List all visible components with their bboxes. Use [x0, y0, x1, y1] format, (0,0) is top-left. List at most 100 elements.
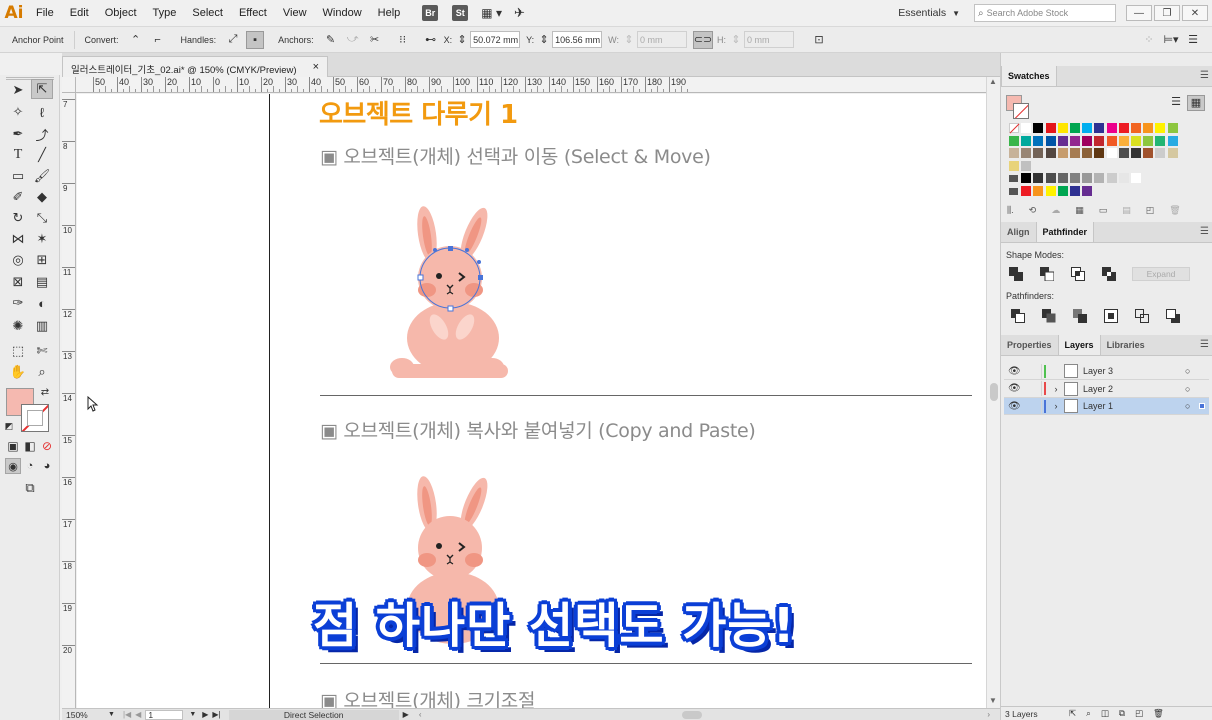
- visibility-eye-icon[interactable]: 👁: [1008, 383, 1022, 394]
- color-swatch[interactable]: [1021, 160, 1032, 171]
- layer-name[interactable]: Layer 2: [1083, 384, 1185, 394]
- color-swatch[interactable]: [1082, 135, 1093, 146]
- convert-to-corner-icon[interactable]: ⌃: [127, 31, 145, 49]
- menu-select[interactable]: Select: [184, 0, 231, 26]
- layer-row[interactable]: 👁 › Layer 2 ○: [1004, 381, 1209, 398]
- constrain-proportions-icon[interactable]: ⊂⊃: [692, 30, 713, 49]
- target-circle-icon[interactable]: ○: [1185, 401, 1195, 411]
- swatches-stroke-indicator[interactable]: [1013, 103, 1029, 119]
- color-swatch[interactable]: [1021, 123, 1032, 133]
- swatches-menu-icon[interactable]: ☰: [1200, 70, 1209, 81]
- color-swatch[interactable]: [1033, 148, 1044, 158]
- color-swatch[interactable]: [1057, 135, 1068, 146]
- convert-to-smooth-icon[interactable]: ⌐: [149, 31, 167, 49]
- color-swatch[interactable]: [1167, 123, 1178, 133]
- swatch-libraries-icon[interactable]: ⫼.: [1007, 205, 1014, 219]
- cc-library-icon[interactable]: ☁: [1051, 205, 1060, 219]
- current-tool-status[interactable]: Direct Selection: [228, 709, 399, 720]
- visibility-eye-icon[interactable]: 👁: [1008, 366, 1022, 377]
- target-circle-icon[interactable]: ○: [1185, 366, 1195, 376]
- remove-anchor-icon[interactable]: ✎: [322, 31, 340, 49]
- draw-inside-icon[interactable]: ◕: [39, 458, 55, 474]
- status-menu-icon[interactable]: ▶: [403, 710, 409, 719]
- menu-file[interactable]: File: [28, 0, 62, 26]
- none-mode-icon[interactable]: ⊘: [39, 438, 55, 454]
- w-stepper-icon[interactable]: ⇕: [623, 31, 635, 49]
- direct-selection-tool-icon[interactable]: ⇱: [31, 79, 53, 99]
- color-swatch[interactable]: [1082, 148, 1093, 158]
- eraser-tool-icon[interactable]: ◆: [31, 187, 53, 207]
- menu-object[interactable]: Object: [97, 0, 145, 26]
- zoom-tool-icon[interactable]: ⌕: [31, 362, 53, 382]
- layers-menu-icon[interactable]: ☰: [1200, 339, 1209, 350]
- clipping-mask-icon[interactable]: ◫: [1101, 708, 1109, 719]
- color-swatch[interactable]: [1045, 135, 1056, 146]
- horizontal-ruler[interactable]: 50 40 30 20 10 0 10 20 30 40 50 60 70 80 90 100 110 120 13…: [76, 77, 986, 93]
- tab-align[interactable]: Align: [1001, 222, 1036, 242]
- color-swatch[interactable]: [1167, 135, 1178, 146]
- color-swatch[interactable]: [1045, 173, 1056, 183]
- prev-artboard-icon[interactable]: ◀: [135, 710, 141, 719]
- color-swatch[interactable]: [1106, 123, 1117, 133]
- minus-front-icon[interactable]: [1038, 266, 1056, 282]
- eyedropper-tool-icon[interactable]: ✑: [7, 293, 29, 313]
- color-swatch[interactable]: [1106, 135, 1117, 146]
- layer-name[interactable]: Layer 1: [1083, 401, 1185, 411]
- symbol-sprayer-tool-icon[interactable]: ✺: [7, 316, 29, 336]
- stroke-none-swatch[interactable]: [21, 404, 49, 432]
- show-handles-icon[interactable]: ⤢: [224, 31, 242, 49]
- intersect-icon[interactable]: [1069, 266, 1087, 282]
- tab-swatches[interactable]: Swatches: [1001, 66, 1057, 86]
- color-mode-icon[interactable]: ▣: [5, 438, 21, 454]
- color-swatch[interactable]: [1082, 123, 1093, 133]
- color-swatch[interactable]: [1057, 148, 1068, 158]
- crop-icon[interactable]: [1102, 308, 1120, 324]
- type-tool-icon[interactable]: T: [7, 145, 29, 165]
- layer-row[interactable]: 👁 › Layer 1 ○: [1004, 398, 1209, 415]
- control-menu-icon[interactable]: ☰: [1184, 31, 1202, 49]
- scale-tool-icon[interactable]: ⤡: [31, 208, 53, 228]
- scroll-thumb[interactable]: [990, 383, 998, 401]
- color-swatch[interactable]: [1021, 185, 1032, 196]
- show-swatch-kinds-icon[interactable]: ⟲: [1029, 205, 1037, 219]
- rectangle-tool-icon[interactable]: ▭: [7, 166, 29, 186]
- color-swatch[interactable]: [1009, 148, 1019, 158]
- color-swatch[interactable]: [1094, 123, 1105, 133]
- color-swatch[interactable]: [1155, 148, 1166, 158]
- tab-layers[interactable]: Layers: [1057, 335, 1101, 355]
- color-swatch[interactable]: [1082, 173, 1093, 183]
- align-anchor-icon[interactable]: ⊷: [422, 31, 440, 49]
- gradient-tool-icon[interactable]: ▤: [31, 272, 53, 292]
- delete-swatch-icon[interactable]: 🗑: [1169, 205, 1180, 219]
- zoom-dropdown-icon[interactable]: ▼: [108, 711, 115, 718]
- transform-icon[interactable]: ⊡: [810, 31, 828, 49]
- arrange-documents-icon[interactable]: ▦ ▾: [481, 6, 502, 20]
- mesh-tool-icon[interactable]: ⊠: [7, 272, 29, 292]
- slice-tool-icon[interactable]: ✄: [31, 341, 53, 361]
- lock-toggle[interactable]: [1026, 381, 1042, 396]
- color-swatch[interactable]: [1131, 123, 1141, 133]
- color-swatch[interactable]: [1155, 123, 1166, 133]
- align-options-icon[interactable]: ⁘: [1140, 31, 1158, 49]
- color-swatch[interactable]: [1033, 173, 1044, 183]
- color-swatch[interactable]: [1118, 123, 1129, 133]
- target-circle-icon[interactable]: ○: [1185, 384, 1195, 394]
- locate-object-icon[interactable]: ⌕: [1086, 708, 1091, 719]
- pathfinder-menu-icon[interactable]: ☰: [1200, 226, 1209, 237]
- color-swatch[interactable]: [1094, 173, 1105, 183]
- expand-button[interactable]: Expand: [1132, 267, 1190, 281]
- blend-tool-icon[interactable]: ◐: [31, 293, 53, 313]
- list-view-icon[interactable]: ☰: [1167, 95, 1185, 111]
- color-swatch[interactable]: [1070, 185, 1080, 196]
- color-group-folder-icon[interactable]: [1009, 173, 1019, 183]
- close-tab-icon[interactable]: ×: [313, 61, 319, 73]
- import-swatch-icon[interactable]: ▤: [1122, 205, 1131, 219]
- swatch-options-icon[interactable]: ▦: [1075, 205, 1084, 219]
- h-stepper-icon[interactable]: ⇕: [730, 31, 742, 49]
- color-swatch[interactable]: [1009, 135, 1019, 146]
- selection-tool-icon[interactable]: ➤: [7, 80, 29, 100]
- gradient-mode-icon[interactable]: ◧: [22, 438, 38, 454]
- puppet-warp-tool-icon[interactable]: ✶: [31, 229, 53, 249]
- cut-path-icon[interactable]: ✂: [366, 31, 384, 49]
- lasso-tool-icon[interactable]: ℓ: [31, 102, 53, 122]
